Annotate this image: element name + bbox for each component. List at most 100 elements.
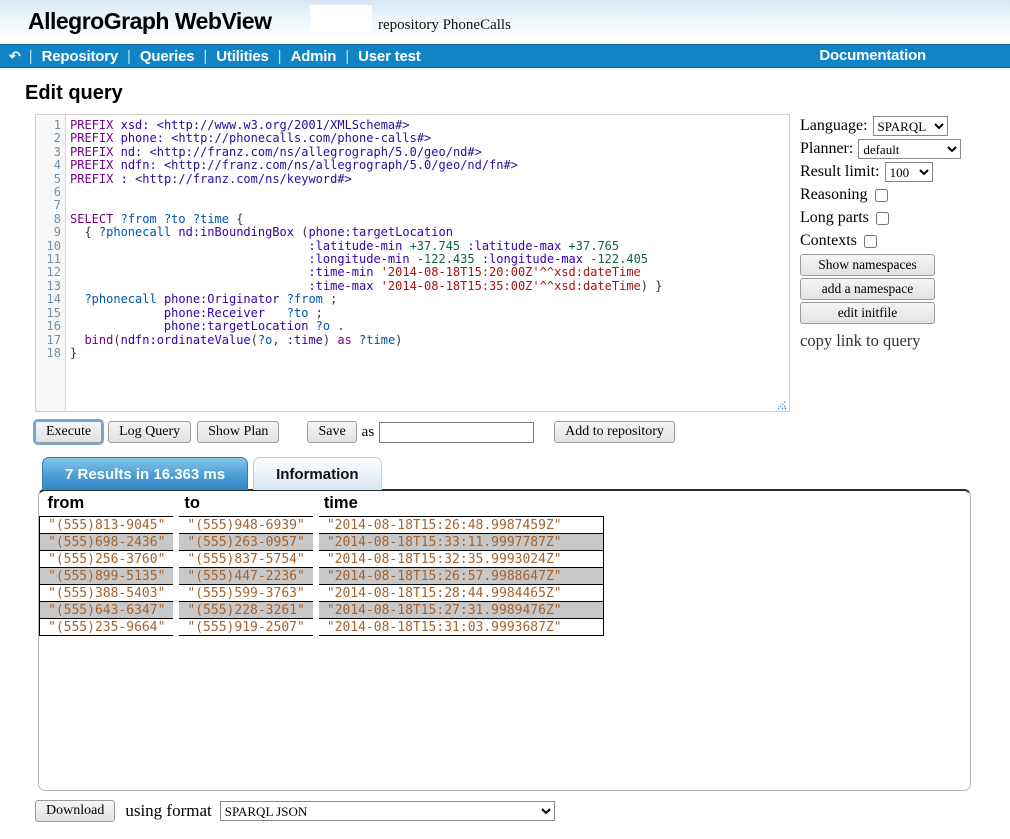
result-row: "(555)256-3760""(555)837-5754""2014-08-1… [40, 551, 604, 568]
download-format-select[interactable]: SPARQL JSON [220, 801, 555, 821]
nav-separator: | [203, 48, 207, 65]
back-arrow-icon[interactable]: ↶ [9, 48, 21, 65]
save-as-label: as [362, 424, 375, 441]
result-limit-label: Result limit: [800, 163, 880, 181]
nav-item-documentation[interactable]: Documentation [819, 47, 926, 64]
line-number: 4 [36, 159, 65, 172]
reasoning-label: Reasoning [800, 186, 868, 204]
result-cell: "(555)643-6347" [40, 602, 177, 619]
nav-item-utilities[interactable]: Utilities [216, 48, 268, 65]
result-cell: "(555)235-9664" [40, 619, 177, 636]
repository-label: repository PhoneCalls [378, 17, 511, 34]
nav-separator: | [278, 48, 282, 65]
line-number: 5 [36, 173, 65, 186]
query-options-panel: Language: SPARQL Planner: default Result… [800, 116, 1005, 351]
result-cell: "(555)899-5135" [40, 568, 177, 585]
result-row: "(555)698-2436""(555)263-0957""2014-08-1… [40, 534, 604, 551]
line-number: 17 [36, 334, 65, 347]
code-line: :longitude-min -122.435 :longitude-max -… [70, 253, 789, 266]
language-select[interactable]: SPARQL [873, 116, 948, 136]
app-title: AllegroGraph WebView [28, 8, 271, 35]
add-to-repository-button[interactable]: Add to repository [554, 421, 675, 443]
code-line: PREFIX phone: <http://phonecalls.com/pho… [70, 132, 789, 145]
nav-item-repository[interactable]: Repository [42, 48, 118, 65]
result-cell: "(555)813-9045" [40, 517, 177, 534]
query-actions-row: Execute Log Query Show Plan Save as Add … [35, 420, 1010, 444]
query-editor[interactable]: 123456789101112131415161718 PREFIX xsd: … [35, 114, 790, 412]
results-header-row: fromtotime [40, 492, 604, 517]
edit-initfile-button[interactable]: edit initfile [800, 302, 935, 324]
log-query-button[interactable]: Log Query [108, 421, 191, 443]
line-number: 16 [36, 320, 65, 333]
save-name-input[interactable] [379, 422, 534, 443]
column-header-to: to [176, 492, 315, 517]
planner-label: Planner: [800, 140, 853, 158]
editor-resize-handle[interactable] [775, 397, 787, 409]
line-number: 15 [36, 307, 65, 320]
contexts-label: Contexts [800, 232, 857, 250]
result-cell: "2014-08-18T15:26:57.9988647Z" [316, 568, 604, 585]
line-number: 12 [36, 266, 65, 279]
result-cell: "2014-08-18T15:27:31.9989476Z" [316, 602, 604, 619]
result-row: "(555)388-5403""(555)599-3763""2014-08-1… [40, 585, 604, 602]
results-panel: fromtotime"(555)813-9045""(555)948-6939"… [38, 489, 971, 791]
line-number: 13 [36, 280, 65, 293]
nav-item-queries[interactable]: Queries [140, 48, 194, 65]
planner-select[interactable]: default [858, 139, 961, 159]
result-cell: "(555)263-0957" [176, 534, 315, 551]
result-cell: "2014-08-18T15:33:11.9997787Z" [316, 534, 604, 551]
column-header-time: time [316, 492, 604, 517]
show-plan-button[interactable]: Show Plan [197, 421, 279, 443]
result-cell: "2014-08-18T15:32:35.9993024Z" [316, 551, 604, 568]
tab-information[interactable]: Information [253, 457, 382, 490]
language-label: Language: [800, 117, 868, 135]
results-table: fromtotime"(555)813-9045""(555)948-6939"… [39, 492, 604, 636]
download-button[interactable]: Download [35, 800, 115, 822]
long-parts-checkbox[interactable] [876, 212, 889, 225]
nav-separator: | [127, 48, 131, 65]
header-logo-placeholder [310, 5, 372, 32]
code-line: { ?phonecall nd:inBoundingBox (phone:tar… [70, 226, 789, 239]
line-number: 6 [36, 186, 65, 199]
add-namespace-button[interactable]: add a namespace [800, 278, 935, 300]
code-line: :latitude-min +37.745 :latitude-max +37.… [70, 240, 789, 253]
code-line: ​ [70, 186, 789, 199]
reasoning-checkbox[interactable] [875, 189, 888, 202]
main-nav: ↶ | Repository|Queries|Utilities|Admin|U… [0, 44, 1010, 68]
code-line: SELECT ?from ?to ?time { [70, 213, 789, 226]
execute-button[interactable]: Execute [35, 421, 102, 443]
result-row: "(555)643-6347""(555)228-3261""2014-08-1… [40, 602, 604, 619]
line-number: 7 [36, 199, 65, 212]
nav-item-user-test[interactable]: User test [358, 48, 420, 65]
result-cell: "2014-08-18T15:26:48.9987459Z" [316, 517, 604, 534]
query-code[interactable]: PREFIX xsd: <http://www.w3.org/2001/XMLS… [66, 115, 789, 411]
long-parts-label: Long parts [800, 209, 869, 227]
copy-link-to-query[interactable]: copy link to query [800, 331, 921, 351]
line-number: 11 [36, 253, 65, 266]
code-line: :time-min '2014-08-18T15:20:00Z'^^xsd:da… [70, 266, 789, 279]
line-number: 14 [36, 293, 65, 306]
result-row: "(555)813-9045""(555)948-6939""2014-08-1… [40, 517, 604, 534]
result-row: "(555)235-9664""(555)919-2507""2014-08-1… [40, 619, 604, 636]
result-cell: "(555)388-5403" [40, 585, 177, 602]
line-number: 3 [36, 146, 65, 159]
using-format-label: using format [125, 801, 211, 821]
code-line: bind(ndfn:ordinateValue(?o, :time) as ?t… [70, 334, 789, 347]
result-cell: "(555)837-5754" [176, 551, 315, 568]
result-cell: "(555)698-2436" [40, 534, 177, 551]
show-namespaces-button[interactable]: Show namespaces [800, 254, 935, 276]
code-line: PREFIX : <http://franz.com/ns/keyword#> [70, 173, 789, 186]
contexts-checkbox[interactable] [864, 235, 877, 248]
code-line: PREFIX ndfn: <http://franz.com/ns/allegr… [70, 159, 789, 172]
result-limit-select[interactable]: 100 [885, 162, 933, 182]
code-line: ​ [70, 199, 789, 212]
result-cell: "(555)228-3261" [176, 602, 315, 619]
tab-7-results-in-16-363-ms[interactable]: 7 Results in 16.363 ms [42, 457, 248, 490]
nav-item-admin[interactable]: Admin [291, 48, 337, 65]
save-button[interactable]: Save [307, 421, 356, 443]
result-row: "(555)899-5135""(555)447-2236""2014-08-1… [40, 568, 604, 585]
result-cell: "2014-08-18T15:31:03.9993687Z" [316, 619, 604, 636]
line-number: 9 [36, 226, 65, 239]
download-row: Download using format SPARQL JSON [35, 799, 1010, 823]
editor-gutter: 123456789101112131415161718 [36, 115, 66, 411]
